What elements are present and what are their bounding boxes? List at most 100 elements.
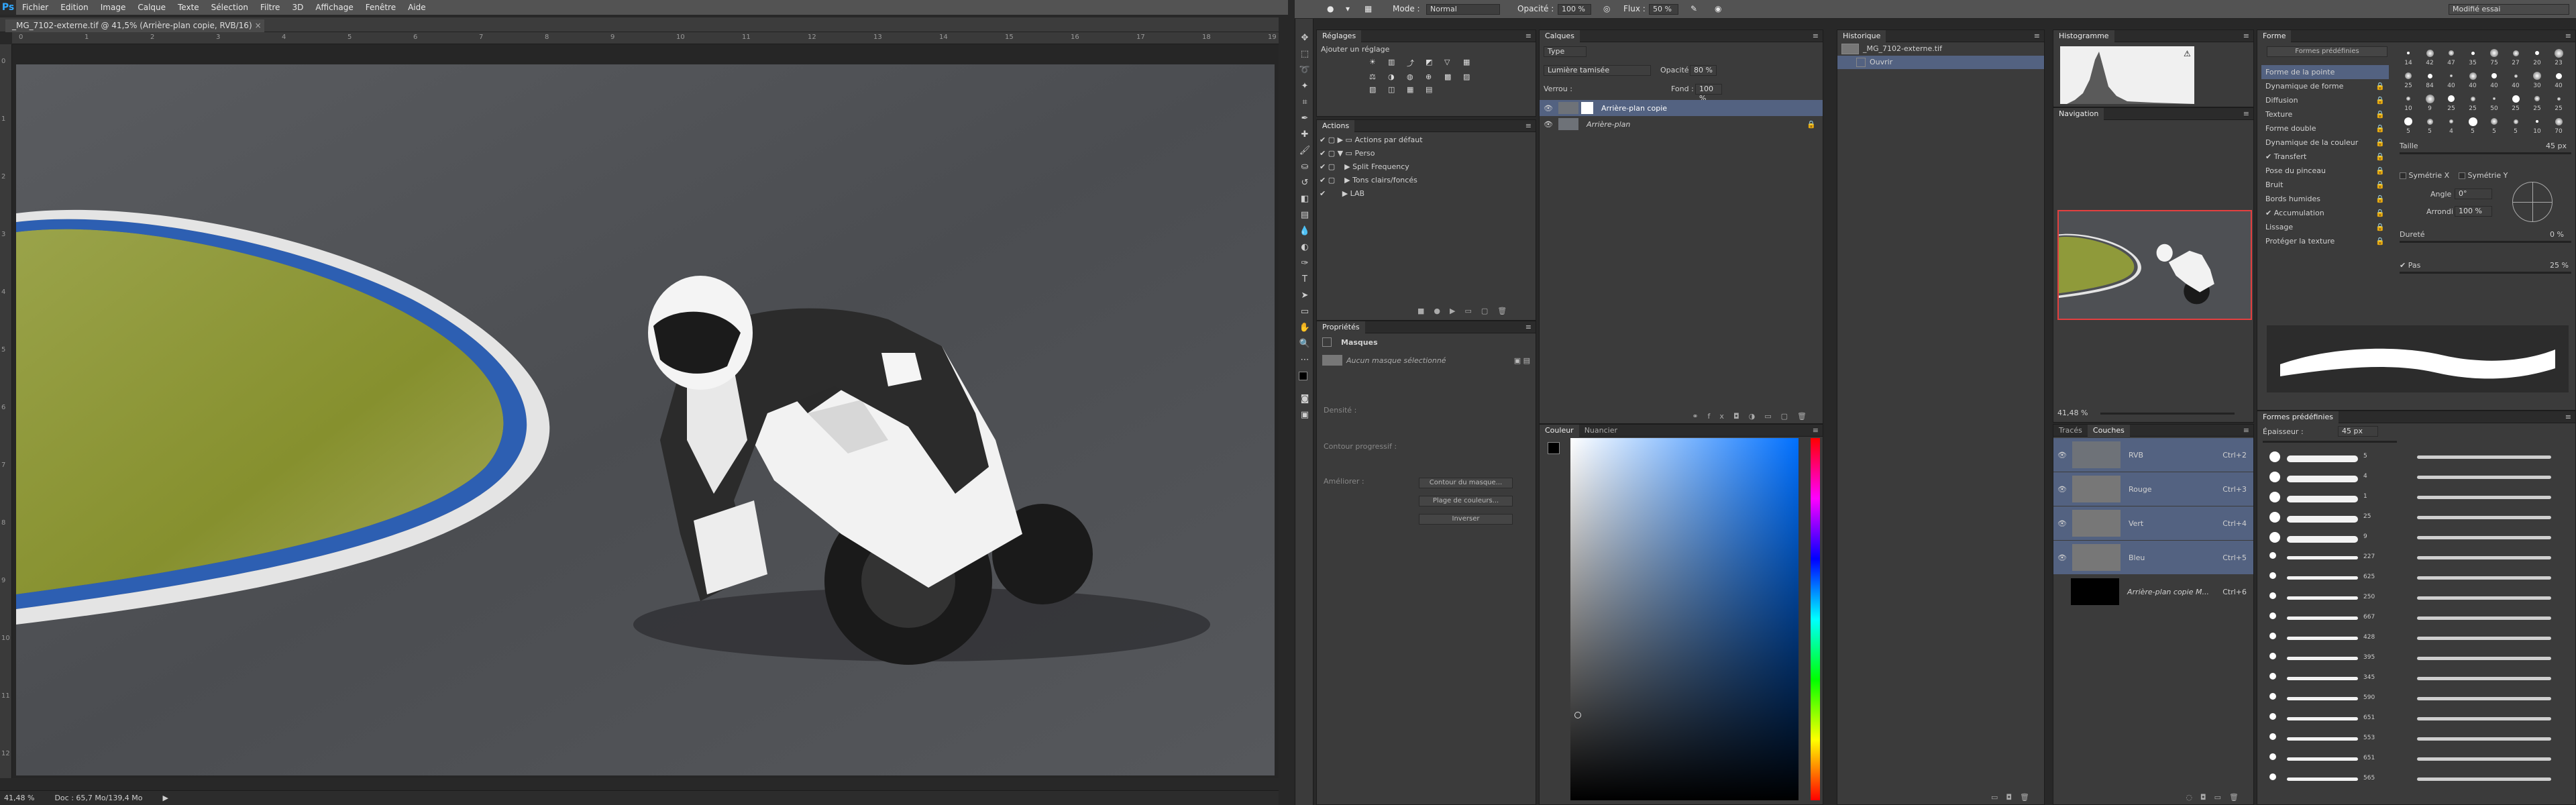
menu-calque[interactable]: Calque xyxy=(131,3,172,12)
brush-tip[interactable]: 23 xyxy=(2548,46,2569,68)
tab-proprietes[interactable]: Propriétés xyxy=(1317,321,1365,333)
brush-setting-item[interactable]: Bords humides 🔒 xyxy=(2261,192,2389,206)
visibility-eye-icon[interactable]: 👁 xyxy=(1544,120,1553,129)
action-item[interactable]: ✔ ▢ ▶ Split Frequency xyxy=(1320,160,1533,174)
durete-value[interactable]: 0 % xyxy=(2550,230,2564,239)
move-tool-icon[interactable]: ✥ xyxy=(1299,32,1311,44)
pixel-mask-icon[interactable]: ▣ ▤ xyxy=(1514,356,1530,365)
brush-tip[interactable]: 25 xyxy=(2441,92,2461,113)
channel-row[interactable]: 👁 RVB Ctrl+2 xyxy=(2053,438,2253,472)
brush-tip[interactable]: 40 xyxy=(2441,69,2461,91)
brush-setting-item[interactable]: Diffusion 🔒 xyxy=(2261,93,2389,107)
levels-icon[interactable]: ▥ xyxy=(1388,58,1403,68)
symetrie-y-checkbox[interactable]: Symétrie Y xyxy=(2459,171,2508,180)
exposure-icon[interactable]: ◩ xyxy=(1426,58,1440,68)
lasso-tool-icon[interactable]: ➰ xyxy=(1299,64,1311,76)
history-snapshot[interactable]: _MG_7102-externe.tif xyxy=(1837,42,2044,56)
inverser-button[interactable]: Inverser xyxy=(1419,514,1513,525)
brush-tip[interactable]: 50 xyxy=(2484,92,2504,113)
zoom-readout[interactable]: 41,48 % xyxy=(4,794,34,802)
visibility-eye-icon[interactable]: 👁 xyxy=(2057,451,2067,460)
zoom-slider[interactable] xyxy=(2100,413,2235,415)
brush-tip[interactable]: 25 xyxy=(2548,92,2569,113)
lock-icon[interactable]: 🔒 xyxy=(2375,164,2385,178)
brush-preset-item[interactable]: 651 xyxy=(2263,710,2571,729)
lock-icon[interactable]: 🔒 xyxy=(2375,136,2385,150)
brush-preset-list[interactable]: 5 4 1 25 9 227 625 250 667 428 395 345 590 651 553 651 5… xyxy=(2263,449,2571,798)
layer-opacity-field[interactable]: 80 % xyxy=(1690,65,1717,76)
brush-preset-item[interactable]: 667 xyxy=(2263,610,2571,629)
angle-field[interactable]: 0° xyxy=(2455,189,2492,199)
quick-mask-icon[interactable]: ◙ xyxy=(1299,393,1311,405)
flux-field[interactable]: 50 % xyxy=(1649,4,1678,15)
close-icon[interactable]: × xyxy=(255,19,262,32)
brush-preset-item[interactable]: 4 xyxy=(2263,469,2571,488)
brush-tip[interactable]: 20 xyxy=(2527,46,2547,68)
menu-image[interactable]: Image xyxy=(95,3,132,12)
panel-menu-icon[interactable]: ≡ xyxy=(2034,32,2044,40)
brush-tip[interactable]: 30 xyxy=(2527,69,2547,91)
lock-icon[interactable]: 🔒 xyxy=(2375,150,2385,164)
tab-traces[interactable]: Tracés xyxy=(2053,425,2088,437)
canvas-area[interactable] xyxy=(12,44,1279,778)
epaisseur-slider[interactable] xyxy=(2263,441,2397,443)
gradient-icon[interactable]: ▤ xyxy=(1299,209,1311,221)
lock-icon[interactable]: 🔒 xyxy=(2375,93,2385,107)
gradient-map-icon[interactable]: ▤ xyxy=(1426,85,1440,94)
lock-icon[interactable]: 🔒 xyxy=(2375,178,2385,192)
pressure-opacity-icon[interactable]: ◎ xyxy=(1603,4,1610,13)
brush-setting-item[interactable]: ✔ Transfert 🔒 xyxy=(2261,150,2389,164)
brush-setting-item[interactable]: ✔ Accumulation 🔒 xyxy=(2261,206,2389,220)
pas-checkbox[interactable]: ✔ Pas xyxy=(2400,261,2420,270)
marquee-tool-icon[interactable]: ⬚ xyxy=(1299,48,1311,60)
panel-menu-icon[interactable]: ≡ xyxy=(2243,32,2253,40)
channel-row[interactable]: Arrière-plan copie M... Ctrl+6 xyxy=(2053,575,2253,608)
angle-roundness-widget[interactable] xyxy=(2512,182,2553,222)
layer-row[interactable]: 👁 Arrière-plan 🔒 xyxy=(1540,116,1823,132)
taille-value[interactable]: 45 px xyxy=(2546,142,2567,150)
panel-menu-icon[interactable]: ≡ xyxy=(2243,109,2253,118)
photo-filter-icon[interactable]: ◍ xyxy=(1407,72,1421,81)
brush-preset-item[interactable]: 395 xyxy=(2263,650,2571,669)
brush-setting-item[interactable]: Lissage 🔒 xyxy=(2261,220,2389,234)
blur-tool-icon[interactable]: 💧 xyxy=(1299,225,1311,237)
layer-filter-select[interactable]: Type xyxy=(1544,46,1587,57)
vibrance-icon[interactable]: ▽ xyxy=(1444,58,1459,68)
lock-icon[interactable]: 🔒 xyxy=(2375,206,2385,220)
brush-tip[interactable]: 9 xyxy=(2420,92,2440,113)
menu-filtre[interactable]: Filtre xyxy=(254,3,286,12)
layer-row[interactable]: 👁 Arrière-plan copie xyxy=(1540,100,1823,116)
brush-tip[interactable]: 47 xyxy=(2441,46,2461,68)
panel-menu-icon[interactable]: ≡ xyxy=(1813,426,1823,435)
channel-mixer-icon[interactable]: ⊕ xyxy=(1426,72,1440,81)
color-picker-cursor[interactable] xyxy=(1574,712,1581,718)
path-selection-icon[interactable]: ➤ xyxy=(1299,290,1311,302)
brush-preset-icon[interactable]: ● xyxy=(1327,4,1334,13)
tab-forme[interactable]: Forme xyxy=(2257,30,2292,42)
brush-tip[interactable]: 40 xyxy=(2463,69,2483,91)
panel-menu-icon[interactable]: ≡ xyxy=(1525,32,1536,40)
blend-mode-select[interactable]: Lumière tamisée xyxy=(1544,65,1651,76)
brush-tip[interactable]: 27 xyxy=(2506,46,2526,68)
brush-preset-item[interactable]: 565 xyxy=(2263,771,2571,790)
tab-histogramme[interactable]: Histogramme xyxy=(2053,30,2114,42)
panel-menu-icon[interactable]: ≡ xyxy=(1525,121,1536,130)
panel-menu-icon[interactable]: ≡ xyxy=(2565,413,2575,421)
brush-tip[interactable]: 75 xyxy=(2484,46,2504,68)
layer-mask-thumbnail[interactable] xyxy=(1580,102,1593,114)
history-brush-icon[interactable]: ↺ xyxy=(1299,177,1311,189)
menu-affichage[interactable]: Affichage xyxy=(309,3,359,12)
brush-tip[interactable]: 40 xyxy=(2484,69,2504,91)
color-field[interactable] xyxy=(1570,438,1799,800)
brush-preset-item[interactable]: 25 xyxy=(2263,509,2571,528)
navigator-zoom[interactable]: 41,48 % xyxy=(2057,409,2088,417)
color-lookup-icon[interactable]: ▩ xyxy=(1444,72,1459,81)
layer-name[interactable]: Arrière-plan xyxy=(1587,120,1630,129)
lock-icon[interactable]: 🔒 xyxy=(2375,192,2385,206)
tab-calques[interactable]: Calques xyxy=(1540,30,1580,42)
foreground-swatch[interactable] xyxy=(1548,442,1560,454)
menu-edition[interactable]: Edition xyxy=(54,3,95,12)
workspace-select[interactable]: Modifié essai xyxy=(2449,4,2569,15)
brush-setting-item[interactable]: Dynamique de la couleur 🔒 xyxy=(2261,136,2389,150)
panel-menu-icon[interactable]: ≡ xyxy=(2565,32,2575,40)
